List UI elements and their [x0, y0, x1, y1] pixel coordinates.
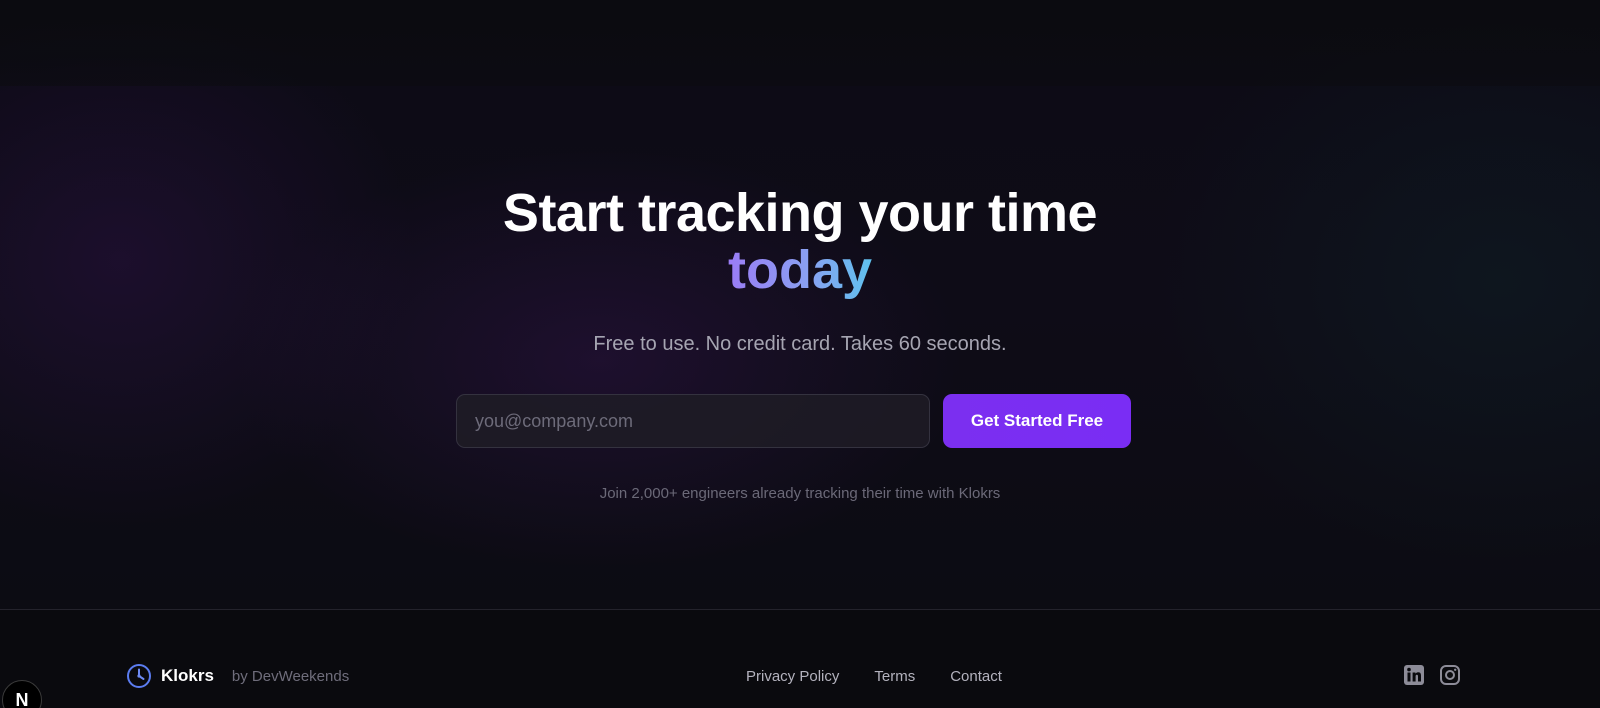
- get-started-button[interactable]: Get Started Free: [943, 394, 1131, 448]
- footer-social-icons: [1403, 664, 1461, 686]
- site-footer: Klokrs by DevWeekends Privacy Policy Ter…: [0, 609, 1600, 708]
- hero-headline-accent: today: [0, 240, 1600, 300]
- footer-brand[interactable]: Klokrs by DevWeekends: [126, 662, 349, 690]
- footer-link-terms[interactable]: Terms: [874, 668, 915, 685]
- hero-headline-accent-text: today: [727, 240, 873, 300]
- email-input[interactable]: [456, 394, 930, 448]
- social-proof-text: Join 2,000+ engineers already tracking t…: [599, 485, 1001, 502]
- hero-subtitle: Free to use. No credit card. Takes 60 se…: [593, 333, 1007, 355]
- footer-link-contact[interactable]: Contact: [950, 668, 1002, 685]
- landing-page: Start tracking your time today Free to u…: [0, 0, 1600, 708]
- cta-hero-section: Start tracking your time today Free to u…: [0, 0, 1600, 609]
- hero-headline: Start tracking your time: [502, 183, 1098, 243]
- instagram-icon[interactable]: [1439, 664, 1461, 686]
- footer-link-privacy-policy[interactable]: Privacy Policy: [746, 668, 839, 685]
- hero-top-band: [0, 0, 1600, 86]
- linkedin-icon[interactable]: [1403, 664, 1425, 686]
- footer-links: Privacy Policy Terms Contact: [746, 666, 1002, 686]
- footer-brand-name: Klokrs: [161, 666, 214, 685]
- footer-brand-by: by DevWeekends: [231, 667, 350, 685]
- clock-icon: [127, 664, 151, 688]
